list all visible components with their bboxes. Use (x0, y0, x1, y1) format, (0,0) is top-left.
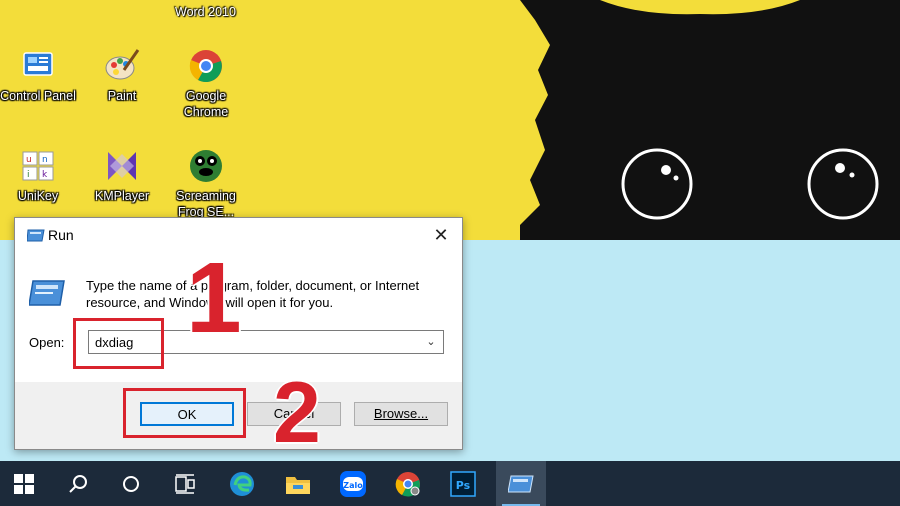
step-number-2: 2 (273, 365, 321, 461)
desktop-icon-paint[interactable]: Paint (82, 48, 162, 104)
taskbar-chrome[interactable] (386, 461, 430, 506)
desktop-icon-control-panel[interactable]: Control Panel (0, 48, 78, 104)
close-icon[interactable]: ✕ (430, 224, 452, 246)
paint-icon (104, 48, 140, 84)
photoshop-icon: Ps (450, 470, 476, 497)
zalo-text: Zalo (343, 481, 363, 490)
taskbar: Zalo Ps (0, 461, 900, 506)
desktop-icon-screaming-frog[interactable]: Screaming Frog SE... (166, 148, 246, 220)
cortana-icon (123, 475, 139, 492)
run-description: Type the name of a program, folder, docu… (86, 278, 420, 310)
highlight-ok-button (123, 388, 246, 438)
svg-text:i: i (27, 170, 30, 180)
browse-button[interactable]: Browse... (354, 402, 448, 426)
taskbar-file-explorer[interactable] (276, 461, 320, 506)
run-icon (508, 475, 534, 492)
open-label: Open: (29, 335, 65, 350)
taskbar-photoshop[interactable]: Ps (441, 461, 485, 506)
run-icon (26, 227, 45, 243)
taskbar-zalo[interactable]: Zalo (331, 461, 375, 506)
desktop-icon-label: Paint (107, 89, 137, 103)
highlight-open-input (73, 318, 164, 369)
desktop-icon-label: Control Panel (0, 89, 76, 103)
desktop-icon-label: UniKey (17, 189, 59, 203)
desktop-icon-google-chrome[interactable]: Google Chrome (166, 48, 246, 120)
zalo-icon: Zalo (340, 470, 366, 497)
control-panel-icon (20, 48, 56, 84)
desktop-icon-label: KMPlayer (94, 189, 150, 203)
kmplayer-icon (104, 148, 140, 184)
svg-text:k: k (42, 170, 48, 180)
chrome-icon (395, 471, 420, 497)
chrome-icon (188, 48, 224, 84)
step-number-1: 1 (186, 242, 242, 354)
desktop-icon-label: Google Chrome (183, 89, 229, 119)
desktop-icon-label: Screaming Frog SE... (176, 189, 236, 219)
file-explorer-icon (286, 476, 310, 494)
taskbar-run[interactable] (496, 461, 546, 506)
run-dialog-title: Run (48, 227, 74, 243)
task-view-icon (175, 473, 195, 494)
start-icon (14, 473, 34, 494)
edge-icon (230, 471, 254, 496)
search-icon (69, 474, 87, 493)
unikey-icon: un i k (20, 148, 56, 184)
browse-label: Browse... (373, 406, 429, 421)
screaming-frog-icon (188, 148, 224, 184)
task-view-button[interactable] (163, 461, 207, 506)
svg-text:u: u (26, 155, 32, 165)
desktop-icon-unikey[interactable]: un i k UniKey (0, 148, 78, 204)
start-button[interactable] (2, 461, 46, 506)
chevron-down-icon[interactable]: ⌄ (423, 333, 439, 351)
desktop-icon-word-label[interactable]: Word 2010 (175, 4, 236, 20)
run-app-icon (28, 278, 65, 308)
taskbar-edge[interactable] (220, 461, 264, 506)
desktop-icon-kmplayer[interactable]: KMPlayer (82, 148, 162, 204)
ps-text: Ps (456, 479, 471, 492)
svg-text:n: n (42, 155, 48, 165)
cortana-button[interactable] (109, 461, 153, 506)
search-button[interactable] (56, 461, 100, 506)
